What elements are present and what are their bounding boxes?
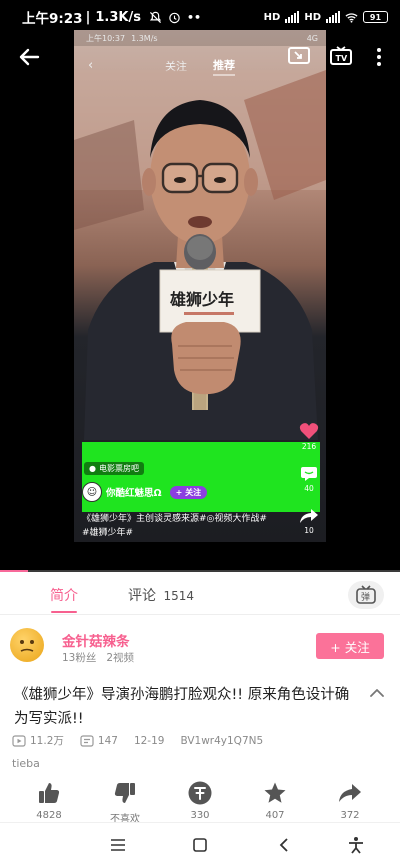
tab-comments[interactable]: 评论 1514 xyxy=(128,585,194,605)
nav-accessibility-button[interactable] xyxy=(344,833,368,857)
video-caption: 《雄狮少年》主创谈灵感来源#◎视频大作战# #雄狮少年# xyxy=(82,512,322,540)
inner-username: 你酷红魅思Ω xyxy=(106,488,162,499)
more-vertical-icon xyxy=(377,48,381,66)
expand-description-button[interactable] xyxy=(368,684,386,702)
caption-line-1: 《雄狮少年》主创谈灵感来源#◎视频大作战# xyxy=(82,514,267,524)
wifi-icon xyxy=(345,12,358,23)
inner-comment-stat: 40 xyxy=(296,466,322,493)
star-icon xyxy=(264,782,286,803)
network-type-2: HD xyxy=(304,11,321,23)
accessibility-icon xyxy=(349,837,363,854)
coin-icon xyxy=(188,781,212,805)
thumbs-down-icon xyxy=(114,783,135,803)
signal-icon-2 xyxy=(326,11,340,23)
uploader-row: 金针菇辣条 13粉丝 2视频 + 关注 xyxy=(0,620,400,676)
video-player[interactable]: 上午9:23 | 1.3K/s •• HD HD 91 上午10:37 1.3M… xyxy=(0,0,400,572)
cast-tv-button[interactable]: TV xyxy=(326,42,356,72)
nav-menu-button[interactable] xyxy=(106,833,130,857)
play-count-icon xyxy=(12,734,26,747)
comment-icon xyxy=(301,467,317,481)
picture-in-picture-icon xyxy=(288,47,310,64)
svg-text:雄狮少年: 雄狮少年 xyxy=(169,290,234,309)
danmaku-toggle-button[interactable]: 弹 xyxy=(348,581,384,609)
status-time: 上午9:23 xyxy=(22,11,83,27)
nav-back-button[interactable] xyxy=(272,833,296,857)
follow-button[interactable]: + 关注 xyxy=(316,633,384,659)
status-bar: 上午9:23 | 1.3K/s •• HD HD 91 xyxy=(0,0,400,34)
video-tag[interactable]: tieba xyxy=(12,757,40,770)
arrow-left-icon xyxy=(19,48,40,66)
back-button[interactable] xyxy=(14,42,44,72)
thumbs-up-icon xyxy=(39,783,60,803)
coin-count: 330 xyxy=(190,810,210,821)
favorite-button[interactable]: 407 xyxy=(245,780,305,821)
tab-comments-count: 1514 xyxy=(163,589,194,603)
tv-cast-icon: TV xyxy=(330,46,352,65)
video-stats: 11.2万 147 12-19 BV1wr4y1Q7N5 xyxy=(12,733,263,748)
video-progress-fill xyxy=(0,570,28,572)
dislike-button[interactable]: 不喜欢 xyxy=(95,780,155,825)
publish-date: 12-19 xyxy=(133,734,165,747)
uploader-videos: 2视频 xyxy=(106,652,135,664)
uploader-name[interactable]: 金针菇辣条 xyxy=(62,630,130,650)
like-button[interactable]: 4828 xyxy=(19,780,79,821)
share-button[interactable]: 372 xyxy=(320,780,380,821)
battery-indicator: 91 xyxy=(363,11,388,23)
nav-home-button[interactable] xyxy=(188,833,212,857)
tab-comments-label: 评论 xyxy=(128,588,156,604)
inner-like-stat: 216 xyxy=(296,422,322,451)
view-count: 11.2万 xyxy=(30,735,64,747)
uploader-followers: 13粉丝 xyxy=(62,652,97,664)
home-square-icon xyxy=(193,838,207,852)
danmaku-label: 弹 xyxy=(361,591,370,603)
video-progress-bar[interactable] xyxy=(0,570,400,572)
speaker-figure: 雄狮少年 xyxy=(74,70,326,440)
tag-icon: ● xyxy=(89,464,96,473)
inner-avatar: ☺ xyxy=(82,482,102,502)
danmaku-count-icon xyxy=(80,734,94,747)
network-type-1: HD xyxy=(263,11,281,23)
action-row: 4828 不喜欢 330 407 372 xyxy=(0,780,400,825)
bell-off-icon xyxy=(149,11,162,23)
uploader-meta: 13粉丝 2视频 xyxy=(62,650,134,665)
signal-icon xyxy=(285,11,300,23)
emoji-face-icon xyxy=(20,640,34,652)
share-arrow-icon xyxy=(339,784,361,802)
caption-line-2: #雄狮少年# xyxy=(82,528,134,538)
like-count: 4828 xyxy=(36,810,62,821)
status-net-speed: 1.3K/s xyxy=(95,9,141,25)
detail-tab-bar: 简介 评论 1514 弹 xyxy=(0,573,400,615)
pip-button[interactable] xyxy=(284,42,314,72)
danmaku-count: 147 xyxy=(97,734,118,747)
share-count: 372 xyxy=(340,810,360,821)
video-frame: 上午10:37 1.3M/s 4G ‹ 关注 推荐 雄狮少年 ● 电影票房吧 ☺… xyxy=(74,30,326,542)
bvid: BV1wr4y1Q7N5 xyxy=(180,734,264,747)
more-options-button[interactable] xyxy=(364,42,394,72)
coin-button[interactable]: 330 xyxy=(170,780,230,821)
danmaku-icon: 弹 xyxy=(356,585,376,604)
svg-text:TV: TV xyxy=(336,54,348,63)
inner-follow-button: + 关注 xyxy=(169,485,208,499)
uploader-avatar[interactable] xyxy=(10,628,44,662)
chevron-up-icon xyxy=(370,689,384,697)
alarm-icon xyxy=(169,12,180,23)
favorite-count: 407 xyxy=(265,810,285,821)
player-top-controls: TV xyxy=(0,40,400,74)
heart-icon xyxy=(299,423,319,439)
more-dots-icon: •• xyxy=(186,10,201,24)
video-title: 《雄狮少年》导演孙海鹏打脸观众!! 原来角色设计确为写实派!! xyxy=(14,687,350,727)
banner-tag: ● 电影票房吧 xyxy=(84,462,144,475)
menu-icon xyxy=(111,839,125,851)
chevron-left-icon xyxy=(279,838,288,852)
tab-intro[interactable]: 简介 xyxy=(50,585,78,613)
inner-user-row: ☺ 你酷红魅思Ω + 关注 xyxy=(82,482,208,502)
system-nav-bar xyxy=(0,822,400,866)
